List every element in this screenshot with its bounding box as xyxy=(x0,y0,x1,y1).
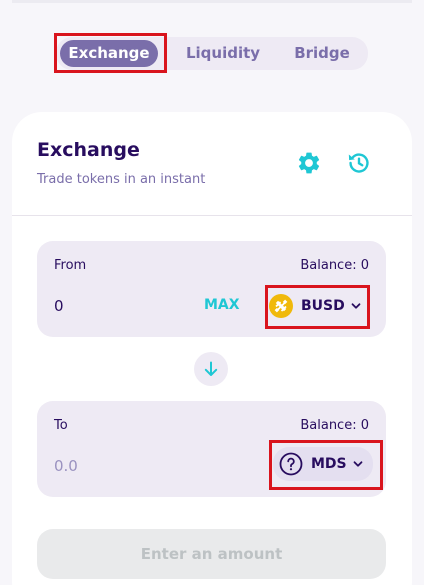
tab-bridge[interactable]: Bridge xyxy=(284,37,360,70)
arrow-down-icon xyxy=(204,361,218,376)
history-icon xyxy=(348,153,369,173)
to-amount-input[interactable] xyxy=(54,453,184,479)
from-panel: From Balance: 0 MAX BUSD xyxy=(37,241,386,337)
chevron-down-icon xyxy=(351,303,361,309)
settings-button[interactable] xyxy=(296,150,324,178)
switch-direction-button[interactable] xyxy=(194,352,228,386)
card-title: Exchange xyxy=(37,139,140,161)
from-label: From xyxy=(54,258,87,273)
gear-icon xyxy=(298,152,320,174)
enter-amount-button[interactable]: Enter an amount xyxy=(37,529,386,579)
tab-exchange[interactable]: Exchange xyxy=(60,40,158,67)
section-tabs: Exchange Liquidity Bridge xyxy=(56,37,368,70)
from-token-symbol: BUSD xyxy=(301,298,345,314)
page-top-edge xyxy=(12,0,412,3)
exchange-card: Exchange Trade tokens in an instant From… xyxy=(12,112,412,585)
chevron-down-icon xyxy=(353,461,363,467)
tab-liquidity[interactable]: Liquidity xyxy=(176,37,270,70)
from-token-selector[interactable]: BUSD xyxy=(269,289,373,323)
max-button[interactable]: MAX xyxy=(204,297,240,313)
from-balance: Balance: 0 xyxy=(300,258,369,273)
card-divider xyxy=(12,215,412,216)
to-label: To xyxy=(54,418,68,433)
to-token-selector[interactable]: MDS xyxy=(273,447,373,481)
history-button[interactable] xyxy=(346,150,374,178)
to-balance: Balance: 0 xyxy=(300,418,369,433)
question-circle-icon xyxy=(279,452,303,476)
to-token-symbol: MDS xyxy=(311,456,347,472)
from-amount-input[interactable] xyxy=(54,293,184,319)
card-subtitle: Trade tokens in an instant xyxy=(37,172,206,187)
busd-token-icon xyxy=(269,294,293,318)
to-panel: To Balance: 0 MDS xyxy=(37,401,386,497)
